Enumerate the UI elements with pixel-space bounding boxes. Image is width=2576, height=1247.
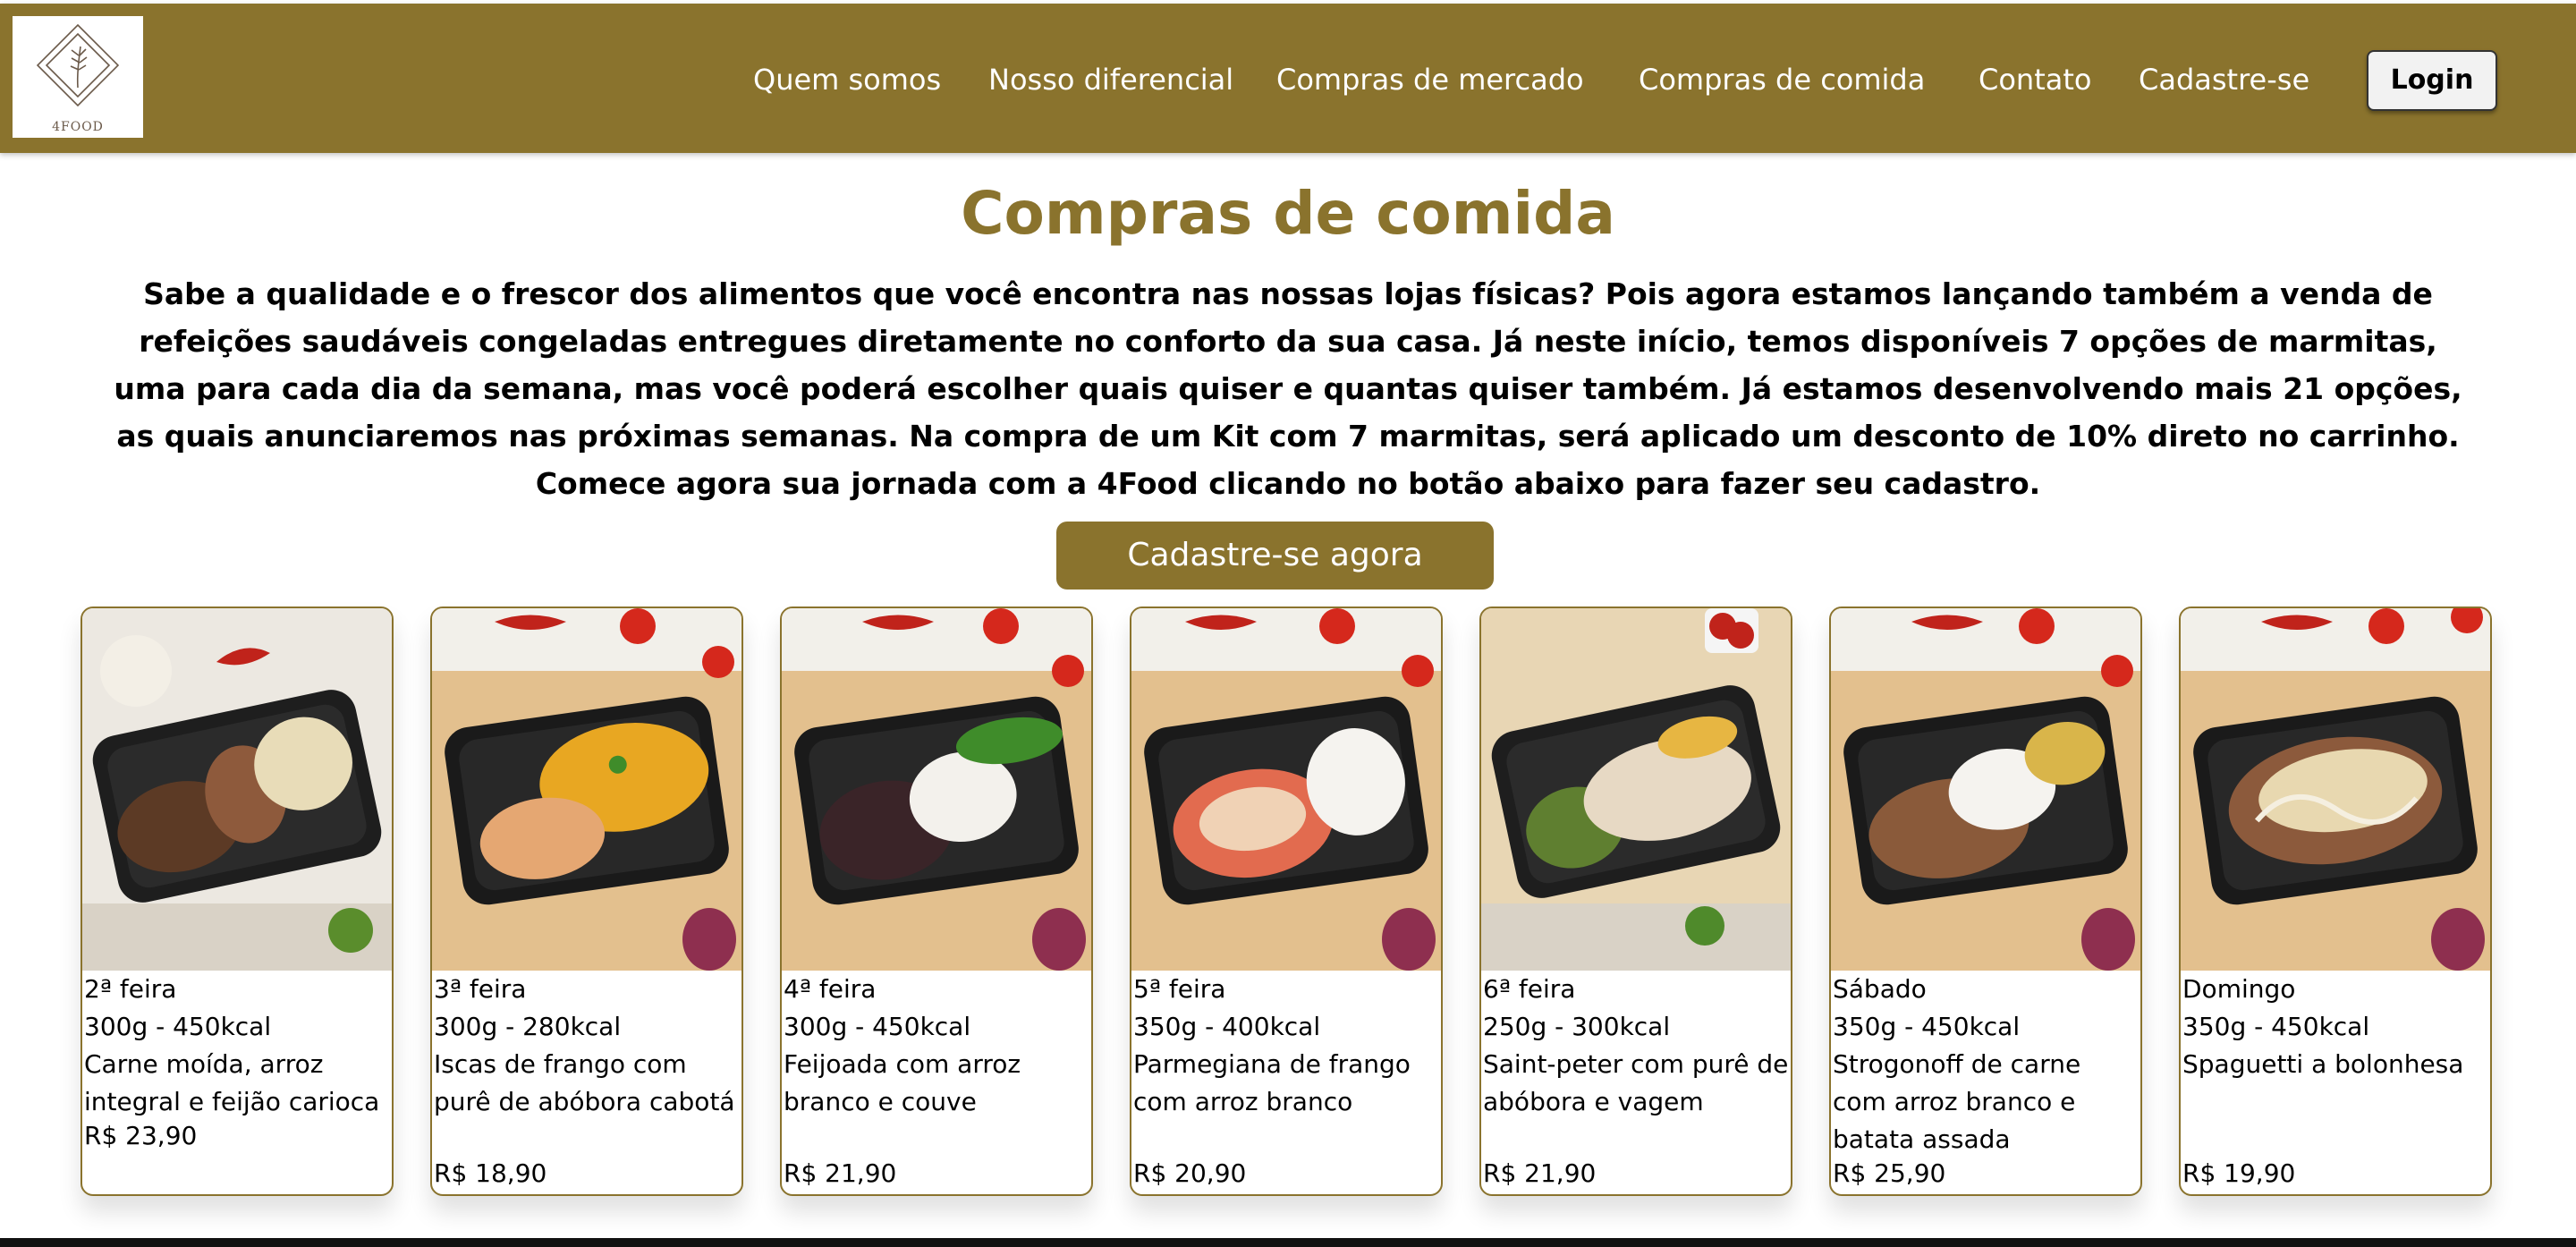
meal-photo [782, 608, 1091, 971]
meal-description: Feijoada com arroz branco e couve [784, 1049, 1021, 1116]
meal-card-text: 3ª feira 300g - 280kcal Iscas de frango … [432, 971, 741, 1121]
meal-info: 300g - 450kcal [84, 1012, 272, 1041]
meal-description: Parmegiana de frango com arroz branco [1133, 1049, 1411, 1116]
meal-price: R$ 21,90 [784, 1158, 897, 1188]
header: 4FOOD Quem somos Nosso diferencial Compr… [0, 4, 2576, 153]
nav-nosso-diferencial[interactable]: Nosso diferencial [988, 57, 1233, 102]
intro-text: Sabe a qualidade e o frescor dos aliment… [114, 276, 2462, 501]
meal-card-thursday[interactable]: 5ª feira 350g - 400kcal Parmegiana de fr… [1130, 607, 1443, 1196]
meal-photo [432, 608, 741, 971]
meal-info: 300g - 280kcal [434, 1012, 622, 1041]
meal-day: 5ª feira [1133, 974, 1226, 1004]
meal-day: 2ª feira [84, 974, 177, 1004]
meal-card-text: 4ª feira 300g - 450kcal Feijoada com arr… [782, 971, 1091, 1121]
window-bottom-edge [0, 1238, 2576, 1247]
meal-card-wednesday[interactable]: 4ª feira 300g - 450kcal Feijoada com arr… [780, 607, 1093, 1196]
meal-card-text: Sábado 350g - 450kcal Strogonoff de carn… [1831, 971, 2140, 1158]
meal-description: Strogonoff de carne com arroz branco e b… [1833, 1049, 2081, 1154]
meal-info: 350g - 450kcal [1833, 1012, 2021, 1041]
meal-description: Carne moída, arroz integral e feijão car… [84, 1049, 380, 1116]
meal-day: Sábado [1833, 974, 1927, 1004]
meal-card-text: Domingo 350g - 450kcal Spaguetti a bolon… [2181, 971, 2490, 1083]
meal-price: R$ 18,90 [434, 1158, 547, 1188]
nav-quem-somos[interactable]: Quem somos [753, 57, 941, 102]
meal-price: R$ 21,90 [1483, 1158, 1597, 1188]
main-nav: Quem somos Nosso diferencial Compras de … [0, 4, 2576, 153]
meal-info: 350g - 450kcal [2182, 1012, 2370, 1041]
meal-card-saturday[interactable]: Sábado 350g - 450kcal Strogonoff de carn… [1829, 607, 2142, 1196]
meal-day: 4ª feira [784, 974, 877, 1004]
meal-photo [1481, 608, 1791, 971]
login-button[interactable]: Login [2367, 50, 2497, 111]
meal-price: R$ 23,90 [84, 1121, 198, 1150]
meal-card-text: 2ª feira 300g - 450kcal Carne moída, arr… [82, 971, 392, 1121]
meal-card-text: 6ª feira 250g - 300kcal Saint-peter com … [1481, 971, 1791, 1121]
signup-now-button[interactable]: Cadastre-se agora [1056, 522, 1494, 590]
meal-photo [1831, 608, 2140, 971]
meal-price: R$ 19,90 [2182, 1158, 2296, 1188]
meal-description: Iscas de frango com purê de abóbora cabo… [434, 1049, 735, 1116]
nav-contato[interactable]: Contato [1979, 57, 2091, 102]
meal-day: 6ª feira [1483, 974, 1576, 1004]
page-title: Compras de comida [961, 179, 1615, 248]
nav-compras-de-comida[interactable]: Compras de comida [1639, 57, 1925, 102]
meal-card-text: 5ª feira 350g - 400kcal Parmegiana de fr… [1131, 971, 1441, 1121]
page: 4FOOD Quem somos Nosso diferencial Compr… [0, 0, 2576, 1247]
meal-description: Saint-peter com purê de abóbora e vagem [1483, 1049, 1789, 1116]
meal-card-monday[interactable]: 2ª feira 300g - 450kcal Carne moída, arr… [80, 607, 394, 1196]
meal-photo [82, 608, 392, 971]
meal-day: 3ª feira [434, 974, 527, 1004]
meal-info: 350g - 400kcal [1133, 1012, 1321, 1041]
meal-cards: 2ª feira 300g - 450kcal Carne moída, arr… [0, 607, 2576, 1197]
nav-cadastre-se[interactable]: Cadastre-se [2139, 57, 2309, 102]
meal-photo [1131, 608, 1441, 971]
meal-card-tuesday[interactable]: 3ª feira 300g - 280kcal Iscas de frango … [430, 607, 743, 1196]
meal-info: 300g - 450kcal [784, 1012, 971, 1041]
meal-card-friday[interactable]: 6ª feira 250g - 300kcal Saint-peter com … [1479, 607, 1792, 1196]
meal-card-sunday[interactable]: Domingo 350g - 450kcal Spaguetti a bolon… [2179, 607, 2492, 1196]
nav-compras-de-mercado[interactable]: Compras de mercado [1276, 57, 1584, 102]
meal-description: Spaguetti a bolonhesa [2182, 1049, 2464, 1079]
meal-price: R$ 25,90 [1833, 1158, 1946, 1188]
meal-day: Domingo [2182, 974, 2296, 1004]
meal-photo [2181, 608, 2490, 971]
meal-price: R$ 20,90 [1133, 1158, 1247, 1188]
meal-info: 250g - 300kcal [1483, 1012, 1671, 1041]
